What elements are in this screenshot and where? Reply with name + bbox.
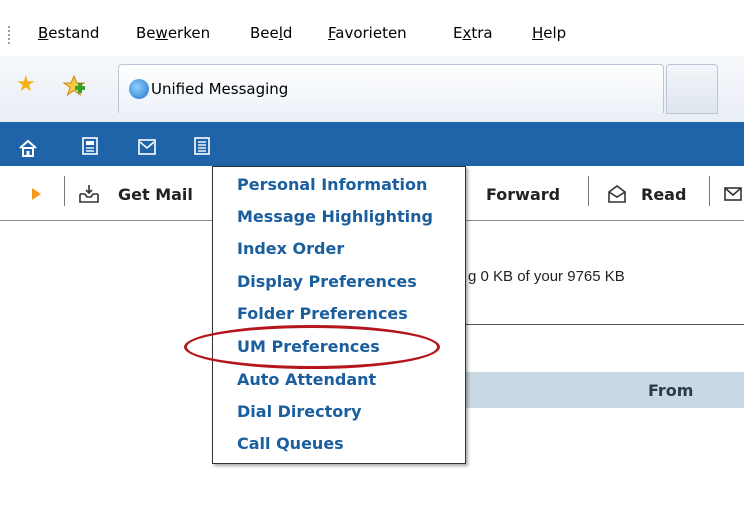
expand-arrow-icon[interactable] (32, 188, 41, 200)
menu-item-display-preferences[interactable]: Display Preferences (237, 272, 417, 291)
menu-item-auto-attendant[interactable]: Auto Attendant (237, 370, 376, 389)
toolbar-separator (588, 176, 589, 206)
menu-favorieten[interactable]: Favorieten (328, 24, 407, 42)
toolbar-separator (64, 176, 65, 206)
get-mail-button[interactable]: Get Mail (118, 185, 193, 204)
message-list-header: From (462, 372, 744, 408)
menu-bar: Bestand Bewerken Beeld Favorieten Extra … (0, 0, 744, 56)
notes-icon[interactable] (192, 136, 212, 156)
new-tab-button[interactable] (666, 64, 718, 114)
envelope-icon[interactable] (137, 137, 157, 157)
envelope-icon[interactable] (724, 184, 744, 209)
read-button[interactable]: Read (641, 185, 686, 204)
toolbar-grip[interactable] (8, 26, 12, 44)
highlight-annotation (184, 325, 440, 369)
menu-item-message-highlighting[interactable]: Message Highlighting (237, 207, 433, 226)
menu-item-personal-information[interactable]: Personal Information (237, 175, 427, 194)
address-book-icon[interactable] (80, 136, 100, 156)
menu-item-call-queues[interactable]: Call Queues (237, 434, 344, 453)
from-column-header[interactable]: From (648, 381, 693, 400)
toolbar-separator (709, 176, 710, 206)
menu-item-index-order[interactable]: Index Order (237, 239, 344, 258)
add-favorite-icon[interactable] (62, 74, 86, 103)
menu-help[interactable]: Help (532, 24, 566, 42)
home-icon[interactable] (18, 138, 38, 158)
menu-bestand[interactable]: Bestand (38, 24, 99, 42)
divider (462, 324, 744, 325)
star-icon[interactable]: ★ (16, 74, 36, 96)
forward-button[interactable]: Forward (486, 185, 560, 204)
quota-text: g 0 KB of your 9765 KB (468, 268, 625, 285)
menu-item-dial-directory[interactable]: Dial Directory (237, 402, 362, 421)
tab-title: Unified Messaging (151, 80, 289, 98)
app-nav-bar (0, 122, 744, 166)
menu-item-folder-preferences[interactable]: Folder Preferences (237, 304, 408, 323)
menu-extra[interactable]: Extra (453, 24, 493, 42)
preferences-dropdown: Personal Information Message Highlightin… (212, 166, 466, 464)
browser-tab[interactable]: Unified Messaging (118, 64, 664, 113)
open-envelope-icon[interactable] (607, 184, 627, 209)
ie-icon (129, 79, 149, 99)
menu-bewerken[interactable]: Bewerken (136, 24, 210, 42)
menu-beeld[interactable]: Beeld (250, 24, 292, 42)
inbox-icon[interactable] (78, 184, 100, 209)
